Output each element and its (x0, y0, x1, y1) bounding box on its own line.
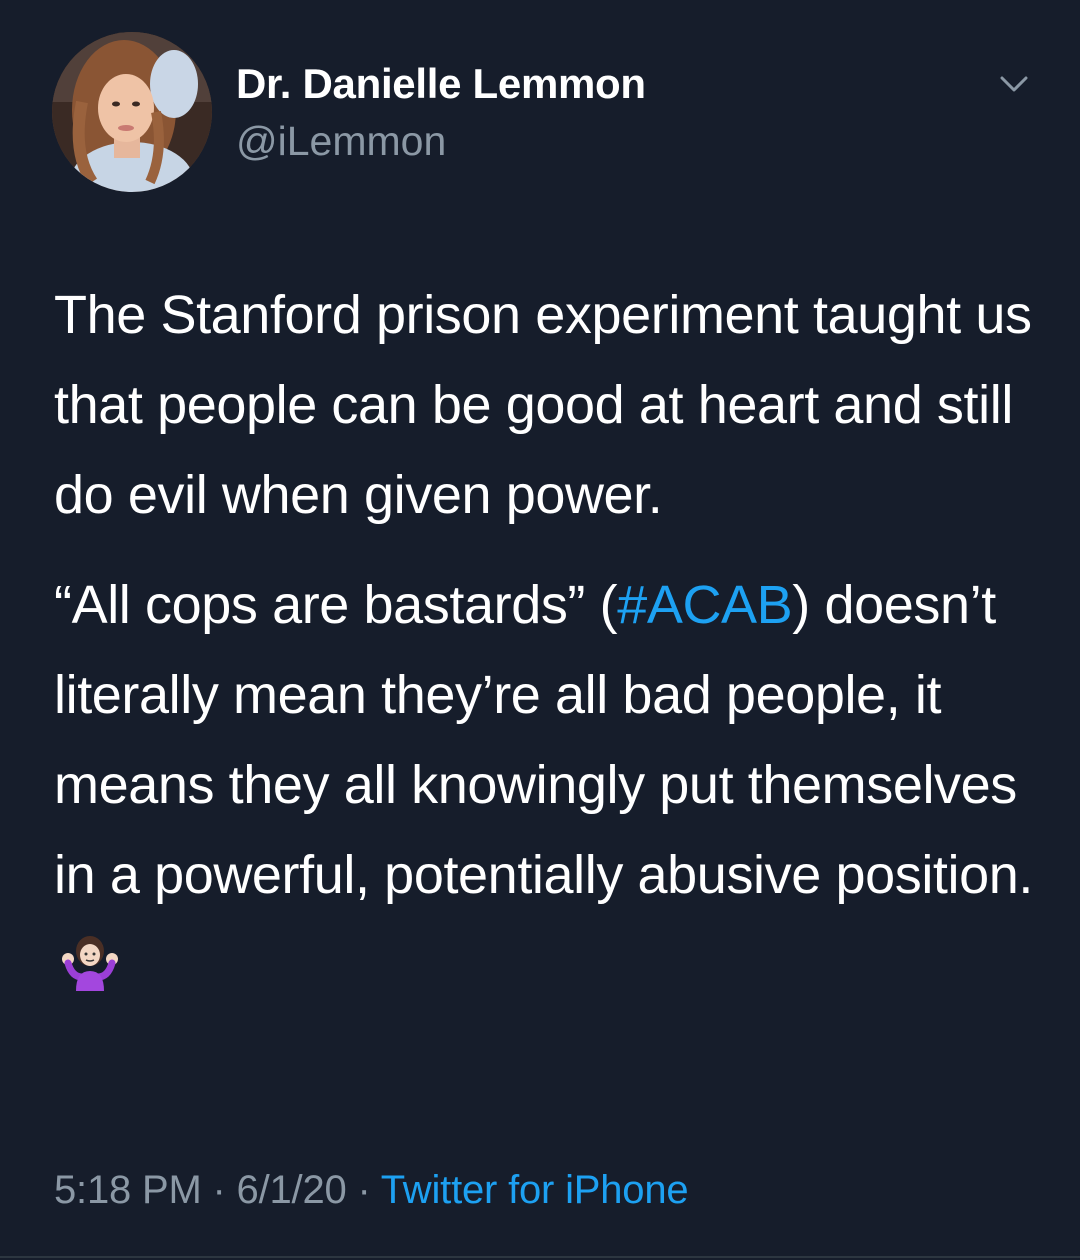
hashtag-link[interactable]: #ACAB (617, 575, 792, 635)
tweet-time[interactable]: 5:18 PM (54, 1168, 202, 1212)
tweet-paragraph-2: “All cops are bastards” (#ACAB) doesn’t … (54, 560, 1044, 1018)
tweet-meta: 5:18 PM · 6/1/20 · Twitter for iPhone (54, 1168, 689, 1213)
person-shrugging-emoji (60, 928, 120, 1018)
author-display-name[interactable]: Dr. Danielle Lemmon (236, 60, 646, 108)
tweet-date[interactable]: 6/1/20 (237, 1168, 347, 1212)
tweet-paragraph-1: The Stanford prison experiment taught us… (54, 285, 1032, 525)
avatar[interactable] (52, 32, 212, 192)
chevron-down-icon[interactable] (996, 70, 1032, 98)
tweet-source-link[interactable]: Twitter for iPhone (381, 1168, 689, 1212)
divider (0, 1256, 1080, 1258)
tweet-body: The Stanford prison experiment taught us… (54, 270, 1044, 1018)
tweet: Dr. Danielle Lemmon @iLemmon The Stanfor… (0, 0, 1080, 1260)
author-handle[interactable]: @iLemmon (236, 118, 446, 165)
meta-separator: · (346, 1168, 381, 1212)
meta-separator: · (201, 1168, 237, 1212)
tweet-text-before-hashtag: “All cops are bastards” ( (54, 575, 618, 635)
